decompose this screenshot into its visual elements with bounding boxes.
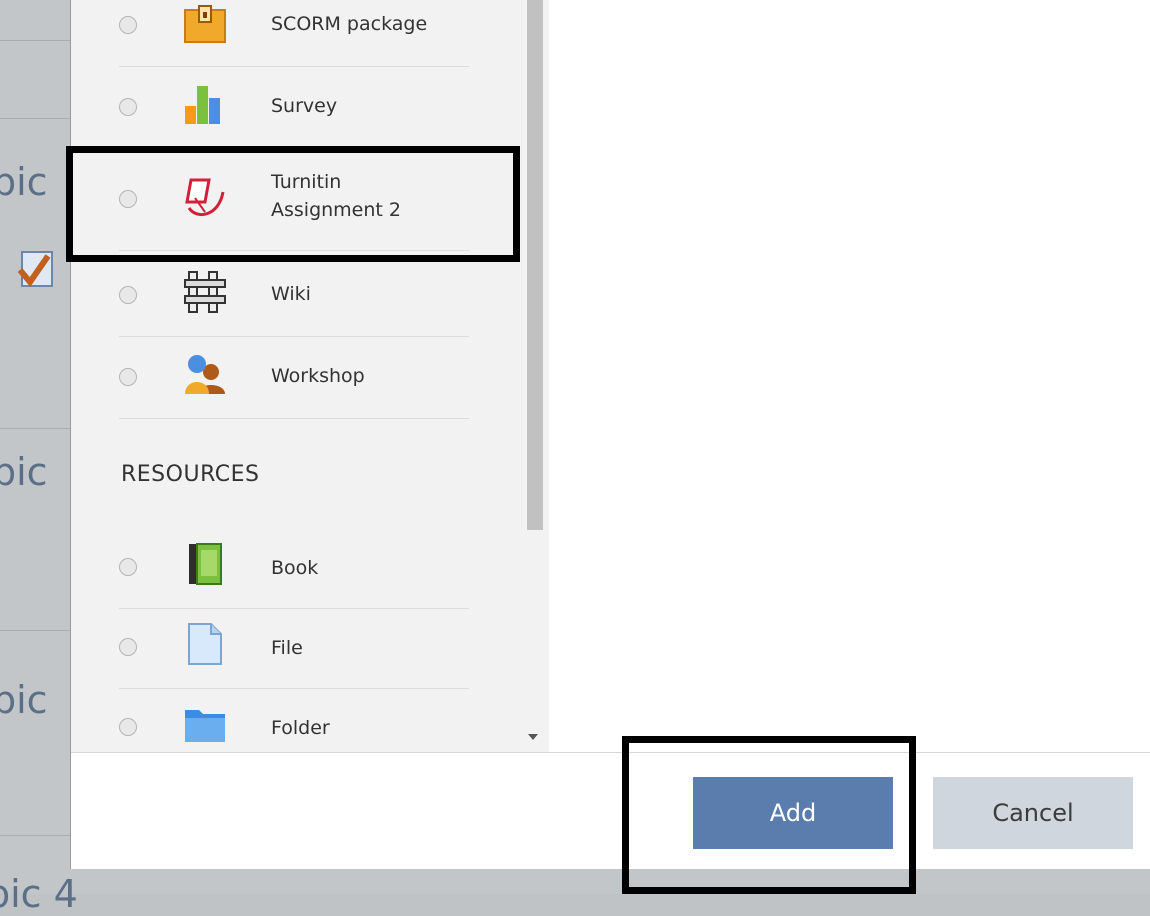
radio-button[interactable] <box>119 16 137 34</box>
assignment-icon <box>18 251 53 287</box>
option-workshop[interactable]: Workshop <box>119 336 469 419</box>
dialog-footer: Add Cancel <box>71 752 1150 869</box>
radio-button[interactable] <box>119 98 137 116</box>
topic-title: pic <box>0 160 48 204</box>
folder-icon <box>185 710 225 742</box>
radio-button[interactable] <box>119 286 137 304</box>
divider <box>0 40 70 41</box>
divider <box>0 630 70 631</box>
option-label: Folder <box>271 717 330 739</box>
add-button-highlight-box <box>622 736 916 894</box>
workshop-icon <box>185 355 225 394</box>
scrollbar[interactable] <box>523 0 549 752</box>
activity-chooser-dialog: SCORM package Survey Turnitin Assignment… <box>70 0 1150 869</box>
option-label: SCORM package <box>271 13 428 35</box>
scrollbar-thumb[interactable] <box>527 0 543 530</box>
option-label: Wiki <box>271 283 311 305</box>
option-label: Workshop <box>271 365 365 387</box>
divider <box>0 428 70 429</box>
radio-button[interactable] <box>119 718 137 736</box>
scorm-package-icon <box>184 5 226 43</box>
option-book[interactable]: Book <box>119 528 469 609</box>
activity-list[interactable]: SCORM package Survey Turnitin Assignment… <box>71 0 549 752</box>
topic-title: pic <box>0 678 48 722</box>
survey-chart-icon <box>185 86 220 124</box>
wiki-icon <box>184 271 226 313</box>
divider <box>0 835 70 836</box>
scroll-down-arrow-icon[interactable] <box>528 734 538 740</box>
resources-heading: RESOURCES <box>121 462 260 487</box>
book-icon <box>189 543 222 585</box>
divider <box>0 118 70 119</box>
option-label: Survey <box>271 95 338 117</box>
option-label: File <box>271 637 303 659</box>
option-scorm-package[interactable]: SCORM package <box>119 0 469 67</box>
turnitin-highlight-box <box>66 146 520 262</box>
option-survey[interactable]: Survey <box>119 66 469 149</box>
cancel-button[interactable]: Cancel <box>933 777 1133 849</box>
option-wiki[interactable]: Wiki <box>119 250 469 337</box>
radio-button[interactable] <box>119 368 137 386</box>
radio-button[interactable] <box>119 558 137 576</box>
radio-button[interactable] <box>119 638 137 656</box>
topic-title: pic 4 <box>0 872 78 916</box>
option-file[interactable]: File <box>119 608 469 689</box>
option-folder[interactable]: Folder <box>119 688 469 752</box>
file-icon <box>188 623 222 665</box>
option-label: Book <box>271 557 319 579</box>
topic-title: pic <box>0 450 48 494</box>
